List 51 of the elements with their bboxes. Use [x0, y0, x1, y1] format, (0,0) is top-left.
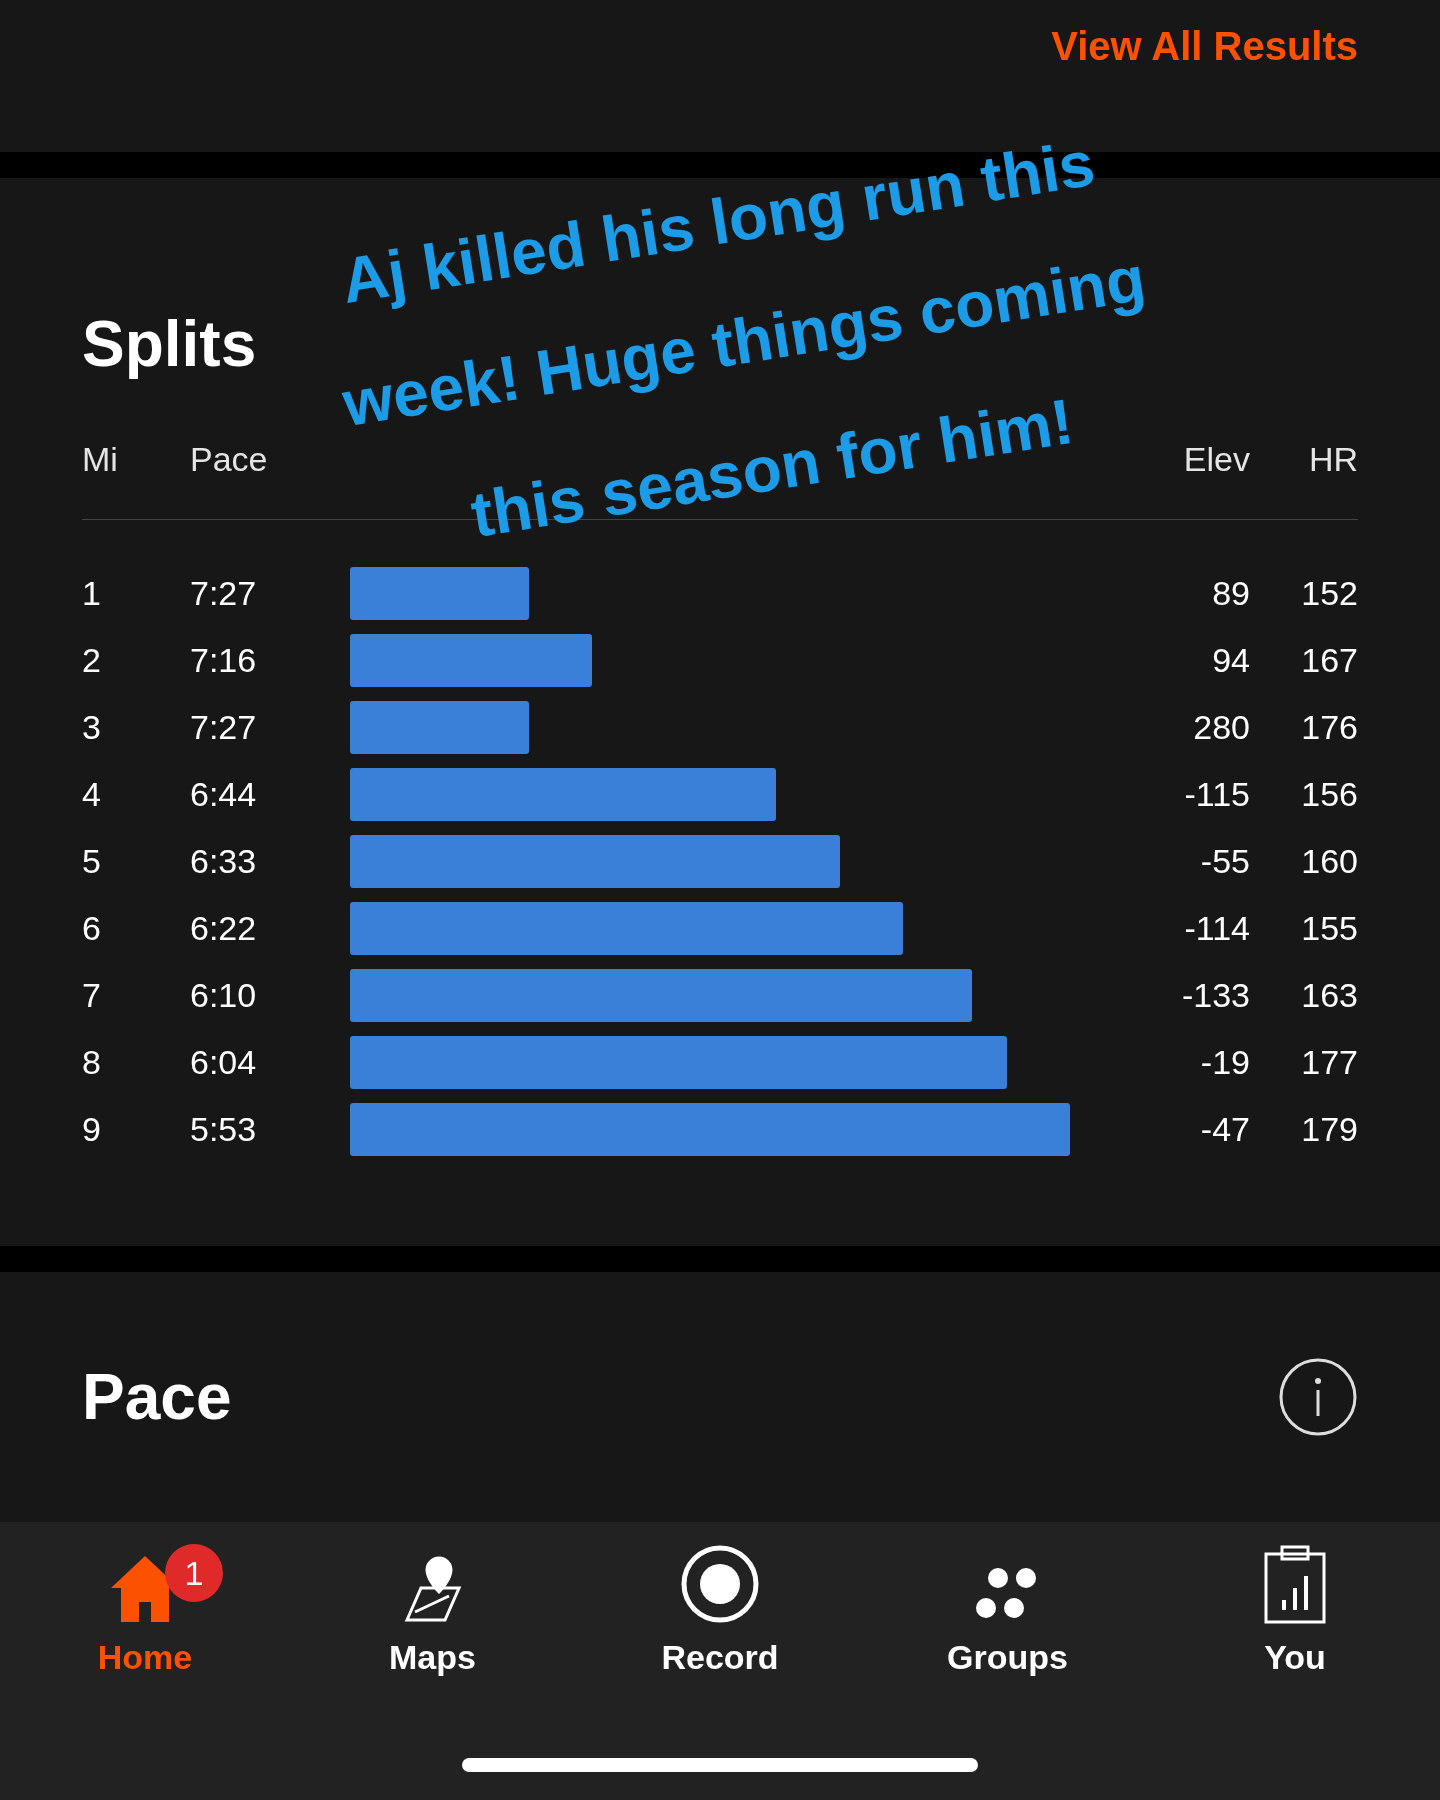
elevation-cell-text: -19	[1199, 1042, 1250, 1083]
column-header: HR	[1307, 439, 1358, 480]
column-header: Elev	[1182, 439, 1250, 480]
mile-cell-text: 3	[82, 707, 102, 748]
elevation-cell-text: 94	[1211, 640, 1250, 681]
heart-rate-cell-text: 152	[1300, 573, 1358, 614]
pace-title: Pace	[82, 1360, 232, 1435]
heart-rate-cell-text: 156	[1300, 774, 1358, 815]
pace-cell-text: 6:10	[190, 975, 258, 1016]
mile-cell-text: 9	[82, 1109, 102, 1150]
pace-cell-text: 5:53	[190, 1109, 258, 1150]
heart-rate-cell-text: 167	[1300, 640, 1358, 681]
mile-cell-text: 7	[82, 975, 102, 1016]
tab-button[interactable]: Maps	[327, 1540, 538, 1683]
column-header: Mi	[82, 439, 119, 480]
pace-cell-text: 6:44	[190, 774, 258, 815]
pace-cell-text: 6:22	[190, 908, 258, 949]
splits-title: Splits	[82, 307, 257, 382]
elevation-cell-text: -55	[1199, 841, 1250, 882]
tab-button[interactable]: You	[1190, 1540, 1400, 1683]
mile-cell-text: 2	[82, 640, 102, 681]
mile-cell-text: 4	[82, 774, 102, 815]
tab-button[interactable]: Record	[615, 1540, 825, 1683]
heart-rate-cell-text: 155	[1300, 908, 1358, 949]
elevation-cell-text: -47	[1199, 1109, 1250, 1150]
elevation-cell-text: -133	[1180, 975, 1250, 1016]
tab-button[interactable]: Groups	[902, 1540, 1113, 1683]
heart-rate-cell-text: 176	[1300, 707, 1358, 748]
column-header: Pace	[190, 439, 269, 480]
elevation-cell-text: 280	[1192, 707, 1250, 748]
notification-badge: 1	[165, 1544, 223, 1602]
mile-cell-text: 8	[82, 1042, 102, 1083]
heart-rate-cell-text: 163	[1300, 975, 1358, 1016]
pace-cell-text: 6:04	[190, 1042, 258, 1083]
heart-rate-cell-text: 177	[1300, 1042, 1358, 1083]
mile-cell-text: 6	[82, 908, 102, 949]
heart-rate-cell-text: 179	[1300, 1109, 1358, 1150]
view-all-results-link[interactable]: View All Results	[1051, 16, 1358, 76]
info-icon[interactable]	[1278, 1357, 1358, 1437]
mile-cell-text: 5	[82, 841, 102, 882]
elevation-cell-text: -115	[1183, 774, 1250, 815]
pace-cell-text: 6:33	[190, 841, 258, 882]
pace-cell-text: 7:16	[190, 640, 258, 681]
pace-cell-text: 7:27	[190, 707, 258, 748]
record-icon	[680, 1544, 760, 1624]
pace-cell-text: 7:27	[190, 573, 258, 614]
mile-cell-text: 1	[82, 573, 102, 614]
tab-button[interactable]: Home 1	[40, 1540, 250, 1683]
heart-rate-cell-text: 160	[1300, 841, 1358, 882]
elevation-cell-text: -114	[1183, 908, 1250, 949]
elevation-cell-text: 89	[1211, 573, 1250, 614]
